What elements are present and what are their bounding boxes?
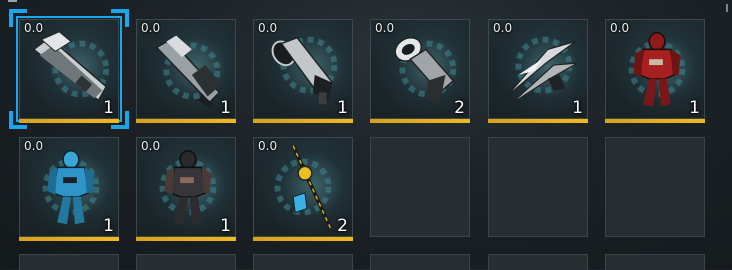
empty-slot[interactable] <box>370 137 470 237</box>
item-rating: 0.0 <box>24 139 44 153</box>
item-rating: 0.0 <box>258 139 278 153</box>
inventory-slot-2[interactable]: 0.0 1 <box>136 19 236 123</box>
item-quantity: 1 <box>220 216 231 236</box>
inventory-slot-7[interactable]: 0.0 1 <box>19 137 119 241</box>
empty-slot[interactable] <box>136 254 236 270</box>
inventory-slot-3[interactable]: 0.0 1 <box>253 19 353 123</box>
item-quantity: 1 <box>572 98 583 118</box>
inventory-slot-1[interactable]: 0.0 1 <box>9 9 129 129</box>
empty-slot[interactable] <box>488 137 588 237</box>
empty-slot[interactable] <box>253 254 353 270</box>
item-quantity: 1 <box>103 98 114 118</box>
item-rating: 0.0 <box>141 139 161 153</box>
inventory-grid: 0.0 1 0.0 1 0.0 1 0.0 2 0.0 1 0.0 1 0.0 … <box>0 0 732 270</box>
item-quantity: 1 <box>103 216 114 236</box>
item-quantity: 1 <box>220 98 231 118</box>
item-quantity: 1 <box>689 98 700 118</box>
inventory-slot-5[interactable]: 0.0 1 <box>488 19 588 123</box>
item-rating: 0.0 <box>493 21 513 35</box>
item-rating: 0.0 <box>24 21 44 35</box>
empty-slot[interactable] <box>370 254 470 270</box>
item-rating: 0.0 <box>375 21 395 35</box>
inventory-slot-4[interactable]: 0.0 2 <box>370 19 470 123</box>
inventory-slot-8[interactable]: 0.0 1 <box>136 137 236 241</box>
item-rating: 0.0 <box>258 21 278 35</box>
empty-slot[interactable] <box>605 254 705 270</box>
empty-slot[interactable] <box>19 254 119 270</box>
item-quantity: 2 <box>454 98 465 118</box>
empty-slot[interactable] <box>488 254 588 270</box>
item-rating: 0.0 <box>141 21 161 35</box>
inventory-slot-6[interactable]: 0.0 1 <box>605 19 705 123</box>
item-quantity: 2 <box>337 216 348 236</box>
empty-slot[interactable] <box>605 137 705 237</box>
item-rating: 0.0 <box>610 21 630 35</box>
item-quantity: 1 <box>337 98 348 118</box>
inventory-slot-9[interactable]: 0.0 2 <box>253 137 353 241</box>
